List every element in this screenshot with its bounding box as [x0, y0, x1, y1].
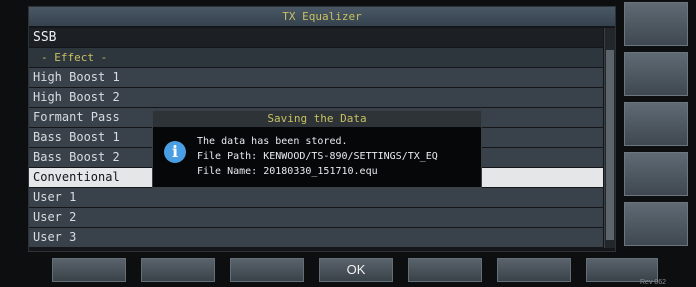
list-item-user-3[interactable]: User 3	[29, 228, 603, 247]
scrollbar-thumb[interactable]	[606, 50, 614, 240]
info-icon: i	[164, 141, 186, 163]
function-key-3[interactable]	[230, 258, 304, 282]
mode-header: SSB	[29, 28, 603, 47]
list-item-user-1[interactable]: User 1	[29, 188, 603, 207]
list-item-user-2[interactable]: User 2	[29, 208, 603, 227]
dialog-file-name: File Name: 20180330_151710.equ	[197, 166, 378, 177]
side-button-1[interactable]	[624, 2, 688, 46]
list-item-high-boost-1[interactable]: High Boost 1	[29, 68, 603, 87]
list-scrollbar[interactable]	[604, 28, 615, 248]
list-item-high-boost-2[interactable]: High Boost 2	[29, 88, 603, 107]
function-key-1[interactable]	[52, 258, 126, 282]
ok-button[interactable]: OK	[319, 258, 393, 282]
function-key-2[interactable]	[141, 258, 215, 282]
side-button-5[interactable]	[624, 202, 688, 246]
function-key-5[interactable]	[408, 258, 482, 282]
revision-label: Rev 062	[640, 279, 667, 286]
side-button-4[interactable]	[624, 152, 688, 196]
dialog-message: The data has been stored.	[197, 136, 348, 147]
dialog-title: Saving the Data	[153, 111, 481, 127]
dialog-file-path: File Path: KENWOOD/TS-890/SETTINGS/TX_EQ	[197, 151, 438, 162]
saving-data-dialog: Saving the Data i The data has been stor…	[152, 110, 482, 188]
window-title: TX Equalizer	[29, 7, 615, 26]
function-key-6[interactable]	[497, 258, 571, 282]
effect-section-label: - Effect -	[29, 48, 603, 67]
side-button-3[interactable]	[624, 102, 688, 146]
side-button-2[interactable]	[624, 52, 688, 96]
